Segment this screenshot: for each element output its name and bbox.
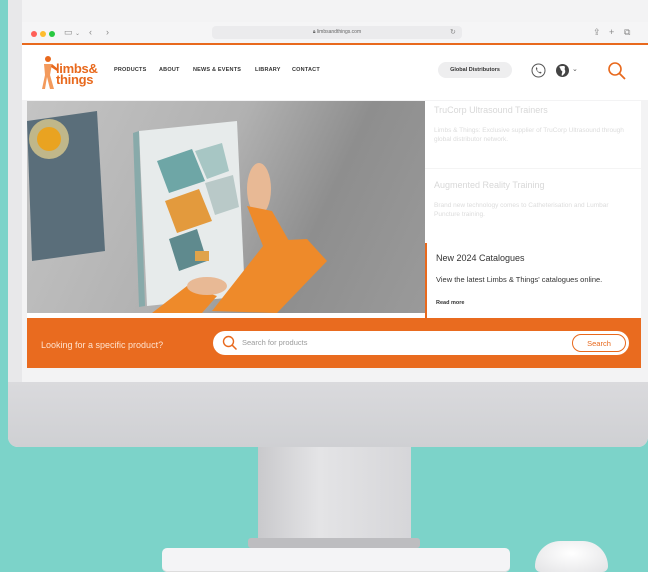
- hero-image[interactable]: [27, 101, 425, 313]
- phone-icon[interactable]: [531, 63, 546, 78]
- url-text: limbsandthings.com: [316, 29, 362, 35]
- product-search-band: Looking for a specific product? Search f…: [27, 318, 641, 368]
- mouse: [535, 541, 608, 572]
- catalogue-photo: [27, 111, 327, 313]
- monitor-chin: [8, 382, 648, 447]
- tabs-icon[interactable]: ⧉: [624, 27, 630, 37]
- chevron-down-icon[interactable]: ⌄: [572, 65, 578, 73]
- search-button[interactable]: Search: [572, 334, 626, 352]
- search-icon: [222, 335, 238, 351]
- monitor-stand: [258, 447, 411, 542]
- stand-base: [248, 538, 420, 548]
- back-icon[interactable]: ‹: [89, 27, 92, 37]
- panel-title: TruCorp Ultrasound Trainers: [434, 105, 548, 115]
- panel-title: New 2024 Catalogues: [436, 253, 525, 263]
- sidebar-icon[interactable]: ▭: [64, 27, 73, 37]
- search-input[interactable]: Search for products: [242, 338, 307, 347]
- lock-icon: 🔒︎: [312, 29, 316, 35]
- chevron-down-icon[interactable]: ⌄: [75, 29, 80, 39]
- nav-products[interactable]: PRODUCTS: [114, 67, 146, 73]
- panel-title: Augmented Reality Training: [434, 180, 545, 190]
- panel-description: View the latest Limbs & Things' catalogu…: [436, 275, 603, 284]
- news-panel-catalogues[interactable]: New 2024 Catalogues View the latest Limb…: [425, 243, 641, 318]
- minimize-window-button[interactable]: [40, 31, 46, 37]
- browser-toolbar: ▭ ⌄ ‹ › 🔒︎ limbsandthings.com ↻ ⇪ + ⧉: [22, 22, 648, 44]
- screen: ▭ ⌄ ‹ › 🔒︎ limbsandthings.com ↻ ⇪ + ⧉ li…: [22, 0, 648, 382]
- zoom-window-button[interactable]: [49, 31, 55, 37]
- address-bar[interactable]: 🔒︎ limbsandthings.com: [212, 26, 462, 39]
- keyboard: [162, 548, 510, 572]
- plus-icon[interactable]: +: [609, 27, 614, 37]
- panel-description: Brand new technology comes to Catheteris…: [434, 202, 609, 218]
- nav-contact[interactable]: CONTACT: [292, 67, 320, 73]
- site-header: limbs& things PRODUCTS ABOUT NEWS & EVEN…: [22, 45, 648, 100]
- search-prompt: Looking for a specific product?: [41, 340, 164, 350]
- news-panel-trucorp[interactable]: TruCorp Ultrasound Trainers Limbs & Thin…: [425, 101, 641, 168]
- search-icon[interactable]: [607, 61, 627, 81]
- logo-text[interactable]: limbs& things: [56, 62, 98, 87]
- panel-description: Limbs & Things: Exclusive supplier of Tr…: [434, 127, 624, 143]
- global-distributors-button[interactable]: Global Distributors: [438, 62, 512, 78]
- nav-library[interactable]: LIBRARY: [255, 67, 281, 73]
- share-icon[interactable]: ⇪: [593, 27, 601, 37]
- search-field[interactable]: Search for products Search: [213, 331, 629, 355]
- nav-news-events[interactable]: NEWS & EVENTS: [193, 67, 241, 73]
- globe-icon[interactable]: [555, 63, 570, 78]
- forward-icon[interactable]: ›: [106, 27, 109, 37]
- reload-icon[interactable]: ↻: [450, 28, 456, 38]
- logo-line2: things: [56, 72, 94, 87]
- close-window-button[interactable]: [31, 31, 37, 37]
- nav-about[interactable]: ABOUT: [159, 67, 180, 73]
- read-more-link[interactable]: Read more: [436, 300, 464, 306]
- news-panel-augmented-reality[interactable]: Augmented Reality Training Brand new tec…: [425, 168, 641, 244]
